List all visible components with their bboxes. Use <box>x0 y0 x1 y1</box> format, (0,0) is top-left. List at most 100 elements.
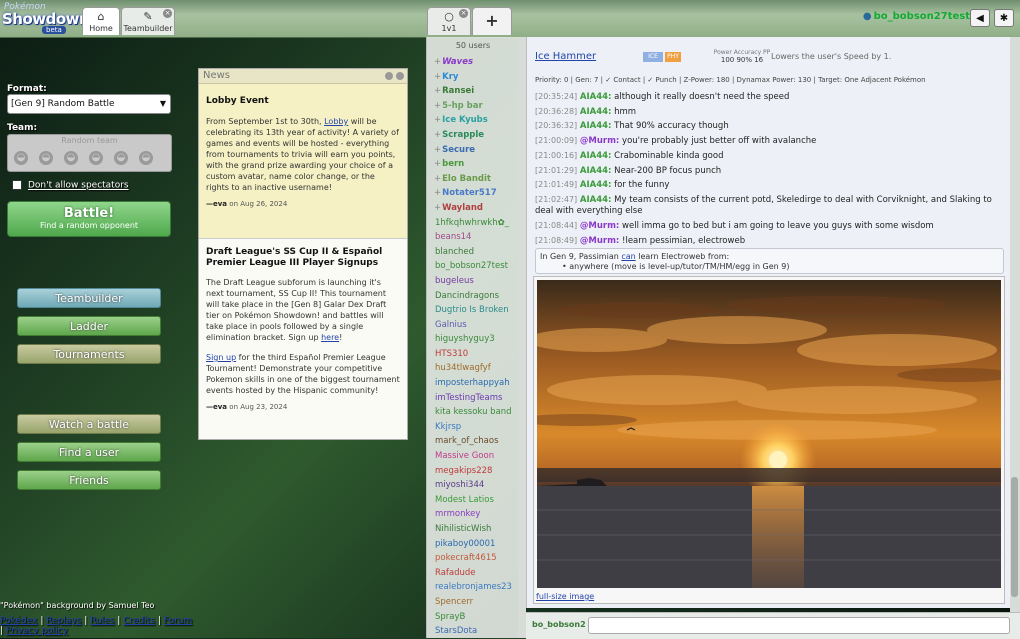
user-rank: + <box>434 129 442 140</box>
user-list-item[interactable]: imTestingTeams <box>427 391 519 406</box>
user-name: beans14 <box>435 232 472 243</box>
user-list-item[interactable]: SprayB <box>427 610 519 625</box>
move-name-link[interactable]: Ice Hammer <box>535 51 596 62</box>
userlist-scrollbar[interactable] <box>518 37 526 638</box>
user-list-item[interactable]: StarsDota <box>427 624 519 638</box>
user-list-item[interactable]: NihilisticWish <box>427 522 519 537</box>
news-link-signup[interactable]: Sign up <box>206 353 236 362</box>
message-username[interactable]: AIA44: <box>580 107 612 117</box>
user-list-item[interactable]: +5-hp bar <box>427 99 519 114</box>
message-username[interactable]: AIA44: <box>580 121 612 131</box>
chat-scrollbar[interactable] <box>1010 37 1020 612</box>
teambuilder-button[interactable]: Teambuilder <box>17 288 161 308</box>
user-list-item[interactable]: +Waves <box>427 55 519 70</box>
sunset-image[interactable] <box>537 280 1001 588</box>
user-list-item[interactable]: bo_bobson27test <box>427 259 519 274</box>
user-list-item[interactable]: mrmonkey <box>427 507 519 522</box>
chat-username[interactable]: bo_bobson2 <box>532 620 586 629</box>
user-list-item[interactable]: mark_of_chaos <box>427 434 519 449</box>
format-select[interactable]: [Gen 9] Random Battle ▼ <box>7 94 171 114</box>
user-list-item[interactable]: +Elo Bandit <box>427 172 519 187</box>
message-username[interactable]: AIA44: <box>580 180 612 190</box>
message-username[interactable]: AIA44: <box>580 92 612 102</box>
user-list-item[interactable]: Kkjrsp <box>427 420 519 435</box>
footer-link-replays[interactable]: Replays <box>46 616 81 626</box>
new-tab-button[interactable]: + <box>472 7 512 35</box>
message-username[interactable]: @Murm: <box>580 136 619 146</box>
chat-message: [21:08:44] @Murm: well imma go to bed bu… <box>535 219 1005 234</box>
footer-link-forum[interactable]: Forum <box>164 616 193 626</box>
ladder-button[interactable]: Ladder <box>17 316 161 336</box>
user-list-item[interactable]: +Wayland <box>427 201 519 216</box>
footer-link-privacy[interactable]: Privacy policy <box>6 626 68 636</box>
spectators-toggle[interactable]: Don't allow spectators <box>12 180 129 191</box>
user-list-item[interactable]: kita kessoku band <box>427 405 519 420</box>
tournaments-button[interactable]: Tournaments <box>17 344 161 364</box>
user-list-item[interactable]: Dugtrio Is Broken <box>427 303 519 318</box>
user-list-item[interactable]: +bern <box>427 157 519 172</box>
user-list-item[interactable]: realebronjames23 <box>427 580 519 595</box>
tab-home[interactable]: ⌂ Home <box>82 7 120 35</box>
tab-pm[interactable]: ○ 1v1 × <box>427 7 471 35</box>
message-timestamp: [21:02:47] <box>535 194 578 204</box>
user-list-item[interactable]: pikaboy00001 <box>427 537 519 552</box>
user-list-item[interactable]: Galnius <box>427 318 519 333</box>
footer-link-credits[interactable]: Credits <box>123 616 155 626</box>
user-list-item[interactable]: HTS310 <box>427 347 519 362</box>
user-list-item[interactable]: +Ice Kyubs <box>427 113 519 128</box>
battle-button[interactable]: Battle! Find a random opponent <box>7 201 171 237</box>
scrollbar-thumb[interactable] <box>1011 477 1018 597</box>
user-list-item[interactable]: Dancindragons <box>427 289 519 304</box>
user-list-item[interactable]: +Notater517 <box>427 186 519 201</box>
message-username[interactable]: AIA44: <box>580 195 612 205</box>
user-list-item[interactable]: Rafadude <box>427 566 519 581</box>
learn-link[interactable]: can <box>621 252 635 261</box>
close-icon[interactable]: × <box>163 9 172 18</box>
user-list-item[interactable]: megakips228 <box>427 464 519 479</box>
find-user-button[interactable]: Find a user <box>17 442 161 462</box>
user-list-item[interactable]: Spencerr <box>427 595 519 610</box>
sound-button[interactable]: ◀ <box>970 9 990 27</box>
user-list-item[interactable]: +Scrapple <box>427 128 519 143</box>
chat-input[interactable] <box>588 617 1010 634</box>
showdown-logo[interactable]: Pokémon Showdown! beta <box>2 2 96 35</box>
news-body-text: From September 1st to 30th, <box>206 117 325 126</box>
message-username[interactable]: @Murm: <box>580 236 619 246</box>
user-list-item[interactable]: pokecraft4615 <box>427 551 519 566</box>
settings-button[interactable]: ✱ <box>994 9 1014 27</box>
close-icon[interactable] <box>396 72 404 80</box>
tab-teambuilder[interactable]: ✎ Teambuilder × <box>121 7 175 35</box>
message-username[interactable]: @Murm: <box>580 221 619 231</box>
format-value: [Gen 9] Random Battle <box>11 99 115 109</box>
user-list-item[interactable]: beans14 <box>427 230 519 245</box>
user-list-item[interactable]: hu34tlwagfyf <box>427 361 519 376</box>
close-icon[interactable]: × <box>459 9 468 18</box>
user-list-item[interactable]: Massive Goon <box>427 449 519 464</box>
news-link-lobby[interactable]: Lobby <box>324 117 348 126</box>
message-text: well imma go to bed but i am going to le… <box>622 220 934 231</box>
user-list-item[interactable]: imposterhappyah <box>427 376 519 391</box>
user-list-item[interactable]: Modest Latios <box>427 493 519 508</box>
team-select[interactable]: Random team ◒ ◒ ◒ ◒ ◒ ◒ <box>7 134 172 172</box>
user-list-item[interactable]: higuyshyguy3 <box>427 332 519 347</box>
user-list-item[interactable]: +Ransei <box>427 84 519 99</box>
watch-battle-button[interactable]: Watch a battle <box>17 414 161 434</box>
footer-link-pokedex[interactable]: Pokédex <box>0 616 37 626</box>
full-size-image-link[interactable]: full-size image <box>536 592 594 601</box>
user-list-item[interactable]: bugeleus <box>427 274 519 289</box>
minimize-icon[interactable] <box>385 72 393 80</box>
footer-link-rules[interactable]: Rules <box>90 616 114 626</box>
user-list-item[interactable]: +Kry <box>427 70 519 85</box>
user-name: imTestingTeams <box>435 392 503 403</box>
user-button[interactable]: ● bo_bobson27test <box>863 11 970 22</box>
user-name: bern <box>442 159 465 170</box>
user-list-item[interactable]: 1hfkqhwhrwkh✿_ <box>427 216 519 231</box>
message-username[interactable]: AIA44: <box>580 166 612 176</box>
user-list-item[interactable]: +Secure <box>427 143 519 158</box>
news-link-here[interactable]: here <box>321 333 339 342</box>
user-list-item[interactable]: blanched <box>427 245 519 260</box>
message-username[interactable]: AIA44: <box>580 151 612 161</box>
user-list-item[interactable]: miyoshi344 <box>427 478 519 493</box>
spectators-checkbox[interactable] <box>12 180 22 190</box>
friends-button[interactable]: Friends <box>17 470 161 490</box>
